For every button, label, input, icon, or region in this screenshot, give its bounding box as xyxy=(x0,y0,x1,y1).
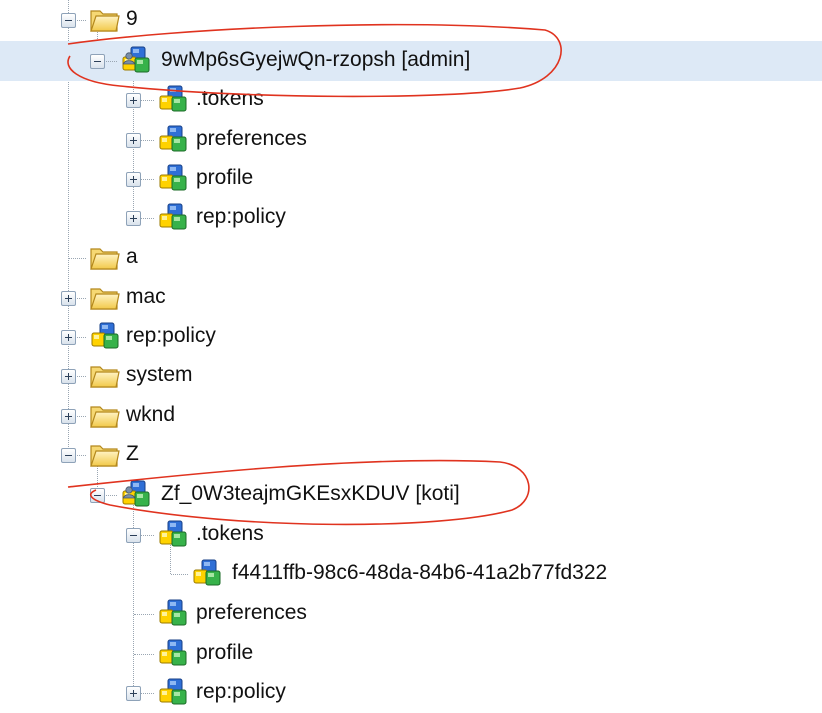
user-node-icon xyxy=(119,480,153,510)
tree-node-label[interactable]: 9 xyxy=(126,6,138,32)
folder-icon xyxy=(88,283,122,313)
tree-row[interactable] xyxy=(0,515,822,555)
tree-node-label[interactable]: wknd xyxy=(126,402,175,428)
tree-node-label[interactable]: rep:policy xyxy=(196,679,286,705)
tree-row[interactable] xyxy=(0,594,822,634)
tree-row[interactable] xyxy=(0,198,822,238)
folder-icon xyxy=(88,361,122,391)
tree-row[interactable] xyxy=(0,634,822,674)
node-icon xyxy=(156,164,190,194)
tree-row[interactable] xyxy=(0,673,822,713)
tree-node-label[interactable]: rep:policy xyxy=(196,204,286,230)
tree-node-label[interactable]: f4411ffb-98c6-48da-84b6-41a2b77fd322 xyxy=(232,560,607,586)
node-icon xyxy=(88,322,122,352)
tree-node-label[interactable]: preferences xyxy=(196,126,307,152)
node-icon xyxy=(156,599,190,629)
node-icon xyxy=(190,559,224,589)
tree-node-label[interactable]: Z xyxy=(126,441,139,467)
expand-toggle[interactable] xyxy=(61,369,76,384)
user-node-icon xyxy=(119,46,153,76)
tree-row[interactable] xyxy=(0,159,822,199)
tree-node-label[interactable]: preferences xyxy=(196,600,307,626)
expand-toggle[interactable] xyxy=(126,133,141,148)
collapse-toggle[interactable] xyxy=(90,488,105,503)
tree-row[interactable] xyxy=(0,317,822,357)
node-icon xyxy=(156,125,190,155)
folder-icon xyxy=(88,401,122,431)
tree-node-label[interactable]: mac xyxy=(126,284,166,310)
tree-connector-line xyxy=(171,574,188,575)
collapse-toggle[interactable] xyxy=(61,13,76,28)
tree-connector-line xyxy=(134,654,154,655)
tree-node-label[interactable]: system xyxy=(126,362,193,388)
expand-toggle[interactable] xyxy=(61,409,76,424)
node-icon xyxy=(156,203,190,233)
collapse-toggle[interactable] xyxy=(90,54,105,69)
tree-node-label[interactable]: profile xyxy=(196,640,253,666)
tree-node-label[interactable]: .tokens xyxy=(196,521,264,547)
node-icon xyxy=(156,639,190,669)
tree-row[interactable] xyxy=(0,278,822,318)
tree-row[interactable] xyxy=(0,0,822,40)
collapse-toggle[interactable] xyxy=(126,528,141,543)
tree-node-label[interactable]: Zf_0W3teajmGKEsxKDUV [koti] xyxy=(161,481,460,507)
folder-icon xyxy=(88,440,122,470)
tree-connector-line xyxy=(69,258,86,259)
collapse-toggle[interactable] xyxy=(61,448,76,463)
tree-row[interactable] xyxy=(0,356,822,396)
tree-node-label[interactable]: profile xyxy=(196,165,253,191)
tree-node-label[interactable]: 9wMp6sGyejwQn-rzopsh [admin] xyxy=(161,47,470,73)
tree-row[interactable] xyxy=(0,238,822,278)
tree-node-label[interactable]: rep:policy xyxy=(126,323,216,349)
expand-toggle[interactable] xyxy=(126,93,141,108)
tree-row[interactable] xyxy=(0,396,822,436)
expand-toggle[interactable] xyxy=(126,211,141,226)
node-icon xyxy=(156,520,190,550)
tree-node-label[interactable]: a xyxy=(126,244,138,270)
expand-toggle[interactable] xyxy=(126,686,141,701)
folder-icon xyxy=(88,243,122,273)
tree-row[interactable] xyxy=(0,435,822,475)
repository-tree: 9 9wMp6sGyejwQn-rzopsh [admin] .tokens pref… xyxy=(0,0,822,705)
tree-row[interactable] xyxy=(0,80,822,120)
expand-toggle[interactable] xyxy=(61,330,76,345)
expand-toggle[interactable] xyxy=(61,291,76,306)
expand-toggle[interactable] xyxy=(126,172,141,187)
tree-row[interactable] xyxy=(0,120,822,160)
folder-icon xyxy=(88,5,122,35)
tree-connector-line xyxy=(134,614,154,615)
node-icon xyxy=(156,678,190,708)
node-icon xyxy=(156,85,190,115)
tree-node-label[interactable]: .tokens xyxy=(196,86,264,112)
